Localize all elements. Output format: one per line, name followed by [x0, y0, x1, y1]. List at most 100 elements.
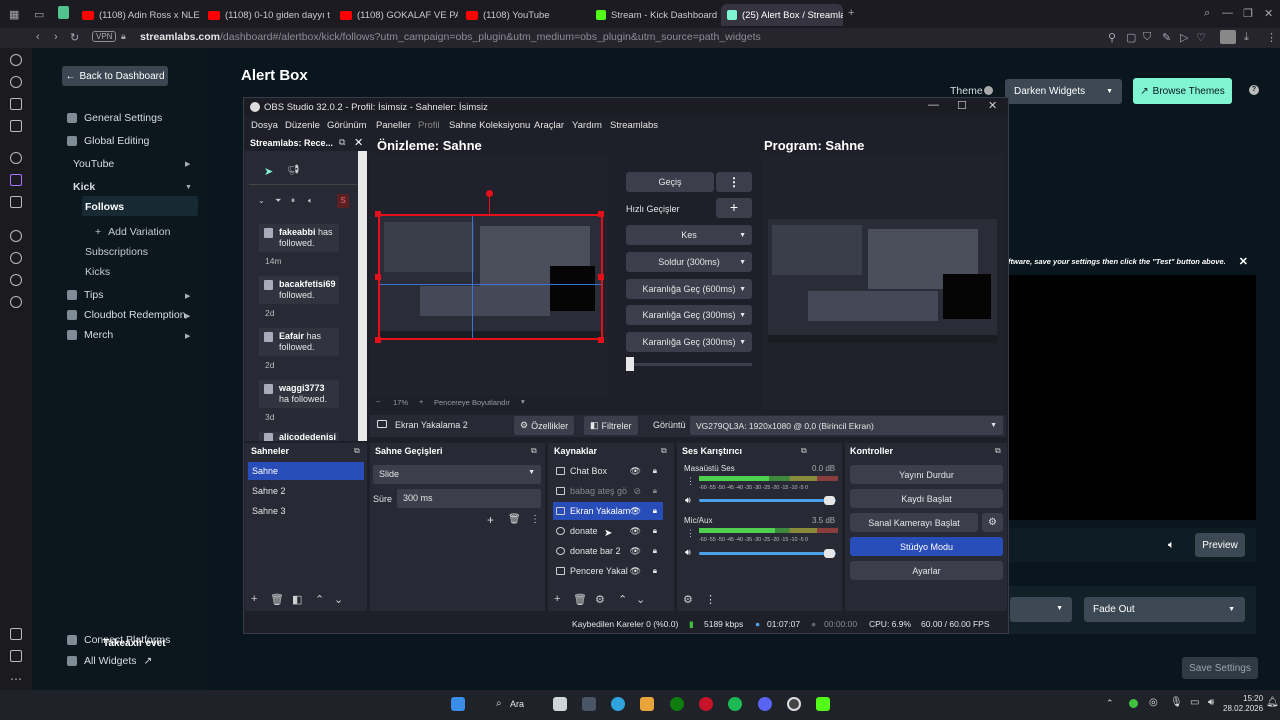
float-icon[interactable]: ⧉ [531, 446, 537, 456]
eye-off-icon[interactable]: ⊘ [633, 486, 641, 497]
resize-handle[interactable] [598, 211, 604, 217]
start-virtual-camera-button[interactable]: Sanal Kamerayı Başlat [850, 513, 978, 532]
tab-youtube-4[interactable]: (1108) YouTube [460, 4, 584, 26]
eye-icon[interactable]: 👁︎ [630, 546, 641, 557]
taskbar-search[interactable]: Ara [510, 699, 524, 709]
duration-input[interactable]: 300 ms [397, 489, 541, 508]
url-text[interactable]: streamlabs.com/dashboard#/alertbox/kick/… [140, 31, 761, 43]
close-icon[interactable]: ✕ [1239, 255, 1248, 268]
source-item[interactable]: Ekran Yakalam 👁︎ 🔒︎ [553, 502, 663, 520]
quick-transition-button[interactable]: Karanlığa Geç (600ms) ▼ [626, 279, 752, 299]
mute-icon[interactable]: 🔈︎ [308, 196, 313, 206]
float-icon[interactable]: ⧉ [339, 137, 345, 148]
lock-icon[interactable]: 🔒︎ [653, 566, 657, 576]
preview-source-frame[interactable] [378, 214, 603, 340]
microphone-icon[interactable]: 🎙︎ [1170, 697, 1183, 708]
add-variation-button[interactable]: + Add Variation [95, 226, 170, 238]
search-icon[interactable]: ⌕ [1204, 7, 1210, 20]
add-icon[interactable]: + [487, 513, 494, 527]
obs-icon[interactable] [787, 697, 801, 711]
vpn-badge[interactable]: VPN [92, 31, 117, 42]
filters-button[interactable]: ◧ Filtreler [584, 416, 638, 435]
tab-youtube-3[interactable]: (1108) GOKALAF VE PANK [334, 4, 458, 26]
sidebar-app-icon[interactable] [10, 120, 22, 132]
start-recording-button[interactable]: Kaydı Başlat [850, 489, 1003, 508]
quick-transition-button[interactable]: Soldur (300ms) ▼ [626, 252, 752, 272]
start-icon[interactable] [451, 697, 465, 711]
resize-handle[interactable] [375, 274, 381, 280]
theme-select[interactable]: Darken Widgets ▼ [1005, 79, 1122, 104]
info-icon[interactable] [984, 86, 993, 95]
zoom-in-icon[interactable]: + [419, 397, 423, 406]
source-item[interactable]: Pencere Yakal 👁︎ 🔒︎ [553, 562, 663, 580]
eye-icon[interactable]: 👁︎ [630, 566, 641, 577]
heart-icon[interactable]: ♡ [1196, 31, 1206, 44]
nav-tips[interactable]: Tips [67, 289, 103, 301]
wallet-icon[interactable]: ✎ [1162, 31, 1171, 44]
x-icon[interactable] [10, 196, 22, 208]
save-settings-button[interactable]: Save Settings [1182, 657, 1258, 679]
volume-icon[interactable]: 🔊︎ [685, 495, 691, 506]
filter-icon[interactable]: ◧ [292, 593, 302, 606]
sidebar-app-icon[interactable] [10, 54, 22, 66]
float-icon[interactable]: ⧉ [995, 446, 1001, 456]
float-icon[interactable]: ⧉ [801, 446, 807, 456]
nav-subscriptions[interactable]: Subscriptions [85, 246, 148, 258]
discord-icon[interactable] [758, 697, 772, 711]
lock-icon[interactable]: 🔒︎ [653, 486, 657, 496]
new-tab-icon[interactable]: + [848, 7, 854, 19]
settings-button[interactable]: Ayarlar [850, 561, 1003, 580]
resize-handle[interactable] [375, 337, 381, 343]
menu-streamlabs[interactable]: Streamlabs [610, 120, 658, 131]
trash-icon[interactable]: 🗑︎ [573, 593, 587, 606]
nav-general-settings[interactable]: General Settings [67, 112, 162, 124]
close-icon[interactable]: ✕ [1264, 7, 1273, 20]
download-icon[interactable]: ⤓ [1244, 31, 1249, 44]
more-icon[interactable]: ⋮ [686, 528, 695, 539]
tab-alert-box[interactable]: (25) Alert Box / Streamlabs [721, 4, 843, 26]
arrow-down-icon[interactable]: ⌄ [636, 593, 645, 606]
add-quick-transition-button[interactable]: + [716, 198, 752, 218]
nav-youtube[interactable]: YouTube [73, 158, 114, 170]
quick-transition-button[interactable]: Karanlığa Geç (300ms) ▼ [626, 332, 752, 352]
scene-item[interactable]: Sahne 3 [248, 502, 364, 520]
tray-status-icon[interactable] [1129, 699, 1138, 708]
network-icon[interactable]: ▭ [1190, 697, 1199, 708]
edge-icon[interactable] [611, 697, 625, 711]
skip-alert-icon[interactable]: S [337, 194, 349, 208]
maximize-icon[interactable]: ☐ [957, 99, 967, 112]
rotation-handle[interactable] [486, 190, 493, 197]
menu-edit[interactable]: Düzenle [285, 120, 320, 131]
source-item[interactable]: Chat Box 👁︎ 🔒︎ [553, 462, 663, 480]
eye-icon[interactable]: 👁︎ [630, 506, 641, 517]
megaphone-icon[interactable]: 📢︎ [287, 165, 300, 176]
profile-avatar[interactable] [1220, 30, 1236, 44]
pause-icon[interactable]: ⏸︎ [291, 196, 295, 206]
tray-app-icon[interactable]: ◎ [1149, 697, 1158, 708]
resize-handle[interactable] [375, 211, 381, 217]
clock-icon[interactable] [10, 252, 22, 264]
eye-icon[interactable]: 👁︎ [630, 526, 641, 537]
send-icon[interactable]: ➤ [264, 165, 273, 178]
sidebar-app-icon[interactable] [10, 628, 22, 640]
volume-slider[interactable] [699, 552, 836, 555]
menu-scene-collection[interactable]: Sahne Koleksiyonu [449, 120, 530, 131]
sidebar-app-icon[interactable] [10, 98, 22, 110]
reload-icon[interactable]: ↻ [70, 31, 79, 44]
more-icon[interactable]: ⋮ [705, 593, 716, 606]
volume-slider[interactable] [699, 499, 836, 502]
trash-icon[interactable]: 🗑︎ [270, 593, 284, 606]
browser-menu-icon[interactable]: ▦ [9, 8, 19, 21]
taskbar-clock[interactable]: 15:20 28.02.2026 [1223, 694, 1263, 714]
tab-kick-dashboard[interactable]: Stream - Kick Dashboard [590, 4, 718, 26]
volume-icon[interactable]: 🔊︎ [685, 547, 691, 558]
gear-icon[interactable]: ⚙ [595, 593, 605, 606]
arrow-up-icon[interactable]: ⌃ [315, 593, 324, 606]
animation-out-select[interactable]: Fade Out ▼ [1084, 597, 1245, 622]
preview-button[interactable]: Preview [1195, 533, 1245, 557]
resize-handle[interactable] [598, 337, 604, 343]
menu-file[interactable]: Dosya [251, 120, 278, 131]
arrow-down-icon[interactable]: ⌄ [334, 593, 343, 606]
speaker-icon[interactable]: 🔊︎ [1208, 697, 1214, 708]
studio-mode-button[interactable]: Stüdyo Modu [850, 537, 1003, 556]
